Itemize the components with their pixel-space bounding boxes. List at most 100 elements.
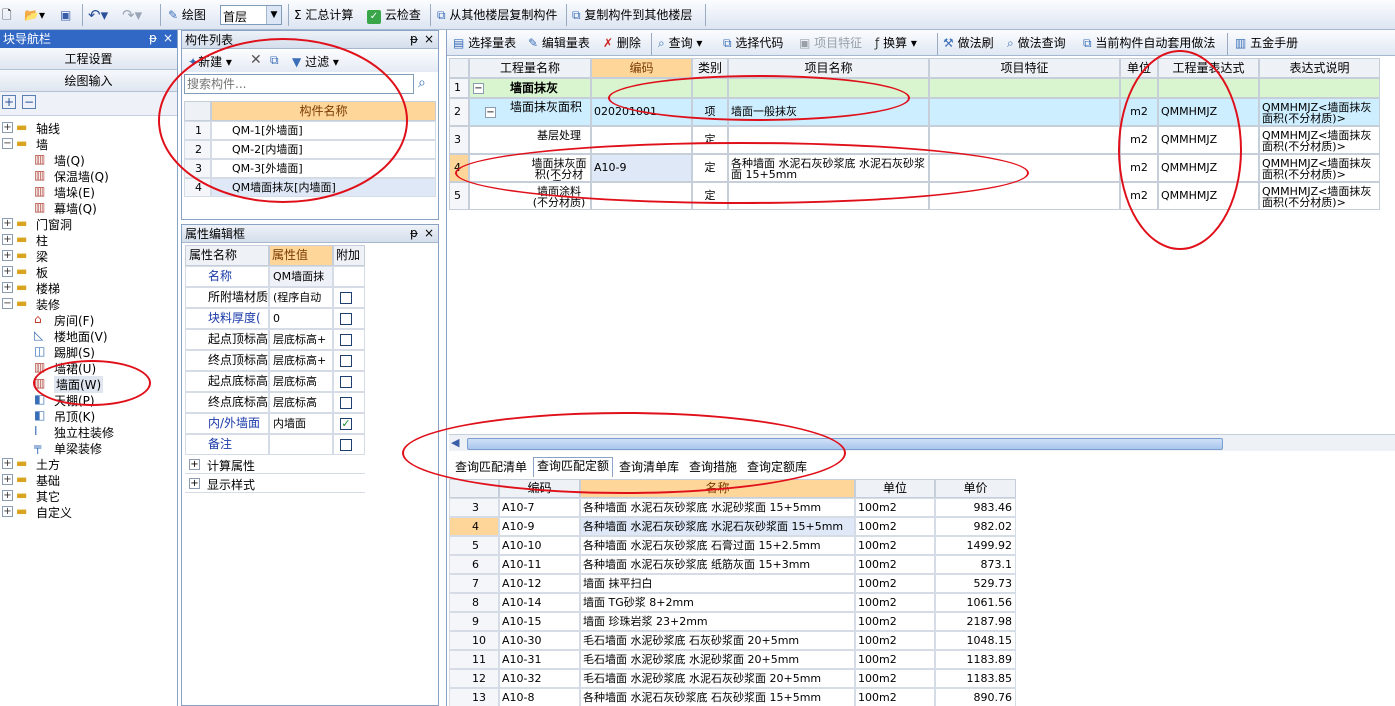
tree-item-6[interactable]: + ▬ 门窗洞 [0,216,177,232]
close-icon[interactable]: × [163,31,173,45]
cell-code[interactable]: A10-31 [499,650,580,669]
cell-price[interactable]: 982.02 [935,517,1016,536]
expand-all-icon[interactable]: + [2,95,16,109]
tree-item-23[interactable]: + ▬ 其它 [0,488,177,504]
cell-price[interactable]: 1183.85 [935,669,1016,688]
property-value[interactable]: 层底标高 [269,371,333,392]
quota-row[interactable]: 7 A10-12 墙面 抹平扫白 100m2 529.73 [449,574,1016,593]
cell-name[interactable]: 墙面 抹平扫白 [580,574,855,593]
cell-name[interactable]: 各种墙面 水泥石灰砂浆底 纸筋灰面 15+3mm [580,555,855,574]
cell-code[interactable]: A10-30 [499,631,580,650]
cell-name[interactable]: 各种墙面 水泥石灰砂浆底 水泥石灰砂浆面 15+5mm [580,517,855,536]
method-query-button[interactable]: ⌕ 做法查询 [1007,33,1066,53]
quota-row[interactable]: 10 A10-30 毛石墙面 水泥砂浆底 石灰砂浆面 20+5mm 100m2 1048… [449,631,1016,650]
draw-button[interactable]: ✎ 绘图 [168,5,206,25]
cell-code[interactable]: A10-32 [499,669,580,688]
cell-name[interactable]: 墙面 TG砂浆 8+2mm [580,593,855,612]
cell-unit[interactable]: 100m2 [855,593,935,612]
collapse-icon[interactable]: − [473,82,484,94]
tree-item-10[interactable]: + ▬ 楼梯 [0,280,177,296]
quota-row[interactable]: 4 A10-9 各种墙面 水泥石灰砂浆底 水泥石灰砂浆面 15+5mm 100m2 98… [449,517,1016,536]
cell-price[interactable]: 873.1 [935,555,1016,574]
extra-checkbox[interactable] [340,376,352,388]
property-value[interactable]: 层底标高 [269,392,333,413]
quota-row[interactable]: 8 A10-14 墙面 TG砂浆 8+2mm 100m2 1061.56 [449,593,1016,612]
extra-checkbox[interactable] [340,334,352,346]
copy-from-floor-button[interactable]: ⧉ 从其他楼层复制构件 [437,5,557,25]
expand-icon[interactable]: + [2,458,13,469]
hardware-manual-button[interactable]: ▥ 五金手册 [1235,33,1298,53]
quota-row[interactable]: 6 A10-11 各种墙面 水泥石灰砂浆底 纸筋灰面 15+3mm 100m2 873.… [449,555,1016,574]
property-value[interactable]: 内墙面 [269,413,333,434]
collapse-all-icon[interactable]: − [22,95,36,109]
chevron-down-icon[interactable]: ▼ [266,6,281,24]
cell-desc[interactable] [1259,78,1380,98]
project-settings-button[interactable]: 工程设置 [0,48,177,70]
property-value[interactable]: 层底标高+ [269,350,333,371]
tree-item-3[interactable]: ▥ 保温墙(Q) [0,168,177,184]
extra-checkbox[interactable] [340,439,352,451]
cell-unit[interactable]: 100m2 [855,669,935,688]
save-icon[interactable]: ▣ [60,5,71,25]
quota-row[interactable]: 13 A10-8 各种墙面 水泥石灰砂浆底 石灰砂浆面 15+5mm 100m2 890… [449,688,1016,706]
cell-unit[interactable]: 100m2 [855,631,935,650]
cell-desc[interactable]: QMMHMJZ<墙面抹灰面积(不分材质)> [1259,126,1380,154]
cell-name[interactable]: 毛石墙面 水泥砂浆底 石灰砂浆面 20+5mm [580,631,855,650]
column-header[interactable]: 单价 [935,479,1016,498]
extra-checkbox[interactable]: ✓ [340,418,352,430]
cell-code[interactable]: A10-10 [499,536,580,555]
pin-icon[interactable]: ᵽ [410,226,418,240]
edit-list-button[interactable]: ✎ 编辑量表 [528,33,590,53]
extra-checkbox[interactable] [340,397,352,409]
tree-item-2[interactable]: ▥ 墙(Q) [0,152,177,168]
property-value[interactable]: 层底标高+ [269,329,333,350]
collapse-icon[interactable]: − [2,138,13,149]
copy-to-floor-button[interactable]: ⧉ 复制构件到其他楼层 [572,5,692,25]
expand-icon[interactable]: + [2,218,13,229]
tree-item-20[interactable]: ╤ 单梁装修 [0,440,177,456]
collapse-icon[interactable]: − [485,106,496,118]
expand-icon[interactable]: + [2,490,13,501]
cell-feature[interactable] [929,98,1120,126]
select-code-button[interactable]: ⧉ 选择代码 [723,33,783,53]
property-value[interactable] [269,434,333,455]
cell-price[interactable]: 2187.98 [935,612,1016,631]
new-file-icon[interactable]: 🗋 [2,5,12,25]
undo-icon[interactable]: ↶▾ [88,5,108,25]
tree-item-11[interactable]: − ▬ 装修 [0,296,177,312]
cell-desc[interactable]: QMMHMJZ<墙面抹灰面积(不分材质)> [1259,182,1380,210]
cell-desc[interactable]: QMMHMJZ<墙面抹灰面积(不分材质)> [1259,154,1380,182]
query-button[interactable]: ⌕ 查询 ▾ [658,33,702,53]
property-group[interactable]: + 显示样式 [185,474,365,493]
column-header[interactable]: 单位 [855,479,935,498]
auto-apply-button[interactable]: ⧉ 当前构件自动套用做法 [1083,33,1215,53]
tree-item-7[interactable]: + ▬ 柱 [0,232,177,248]
cell-code[interactable]: A10-11 [499,555,580,574]
cell-desc[interactable]: QMMHMJZ<墙面抹灰面积(不分材质)> [1259,98,1380,126]
cell-unit[interactable]: 100m2 [855,517,935,536]
sum-calc-button[interactable]: Σ 汇总计算 [294,5,353,25]
select-list-button[interactable]: ▤ 选择量表 [453,33,516,53]
cell-feature[interactable] [929,126,1120,154]
cell-price[interactable]: 529.73 [935,574,1016,593]
tree-item-14[interactable]: ◫ 踢脚(S) [0,344,177,360]
quota-row[interactable]: 11 A10-31 毛石墙面 水泥砂浆底 水泥砂浆面 20+5mm 100m2 1183… [449,650,1016,669]
column-header[interactable]: 工程量名称 [469,58,591,78]
tree-item-5[interactable]: ▥ 幕墙(Q) [0,200,177,216]
cell-code[interactable]: A10-9 [499,517,580,536]
cell-code[interactable]: A10-15 [499,612,580,631]
close-icon[interactable]: × [424,32,434,46]
cell-code[interactable]: A10-12 [499,574,580,593]
pin-icon[interactable]: ᵽ [149,31,157,45]
tree-item-21[interactable]: + ▬ 土方 [0,456,177,472]
delete-button[interactable]: ✗ 删除 [603,33,641,53]
quota-row[interactable]: 3 A10-7 各种墙面 水泥石灰砂浆底 水泥砂浆面 15+5mm 100m2 983.… [449,498,1016,517]
tree-item-19[interactable]: Ⅰ 独立柱装修 [0,424,177,440]
extra-checkbox[interactable] [340,313,352,325]
cell-price[interactable]: 983.46 [935,498,1016,517]
tree-item-13[interactable]: ◺ 楼地面(V) [0,328,177,344]
close-icon[interactable]: × [424,226,434,240]
cell-feature[interactable] [929,78,1120,98]
quota-row[interactable]: 9 A10-15 墙面 珍珠岩浆 23+2mm 100m2 2187.98 [449,612,1016,631]
cell-unit[interactable]: 100m2 [855,612,935,631]
